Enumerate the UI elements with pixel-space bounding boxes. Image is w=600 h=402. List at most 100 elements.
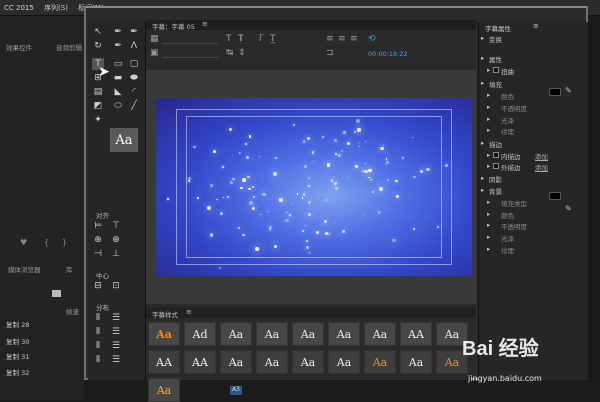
align-top-icon[interactable]: ⊤: [110, 220, 122, 232]
title-style-swatch[interactable]: Aa: [256, 350, 288, 374]
expand-arrow-icon[interactable]: ▸: [487, 162, 490, 170]
tab-effect-controls[interactable]: 效果控件: [6, 42, 32, 52]
expand-arrow-icon[interactable]: ▸: [487, 103, 490, 111]
list-item[interactable]: 复制 28: [6, 319, 29, 329]
tab-library[interactable]: 库: [66, 264, 73, 274]
distribute-left-icon[interactable]: ⫴: [92, 312, 104, 324]
property-checkbox[interactable]: [493, 152, 499, 158]
clipped-rect-tool-icon[interactable]: ▬: [112, 72, 124, 84]
property-checkbox[interactable]: [493, 67, 499, 73]
expand-arrow-icon[interactable]: ▸: [481, 54, 484, 62]
eyedropper-icon[interactable]: ✎: [565, 86, 572, 95]
expand-arrow-icon[interactable]: ▸: [487, 151, 490, 159]
align-right-icon[interactable]: ⊣: [92, 248, 104, 260]
center-horizontal-icon[interactable]: ⊟: [92, 280, 104, 292]
vertical-path-text-icon[interactable]: ✦: [92, 114, 104, 126]
menu-item-app[interactable]: CC 2015: [0, 1, 38, 15]
ellipse-tool-icon[interactable]: ⬭: [112, 100, 124, 112]
distribute-even-h-icon[interactable]: ⫴: [92, 354, 104, 366]
folder-icon[interactable]: [52, 290, 61, 297]
line-tool-icon[interactable]: ╱: [128, 100, 140, 112]
title-canvas[interactable]: [156, 98, 472, 276]
font-style-select[interactable]: [162, 48, 218, 58]
expand-arrow-icon[interactable]: ▸: [481, 186, 484, 194]
title-style-swatch[interactable]: Aa: [400, 350, 432, 374]
rounded-corner-tool-icon[interactable]: ⬬: [128, 72, 140, 84]
align-text-center-icon[interactable]: ≡: [338, 34, 346, 44]
title-style-swatch[interactable]: Aa: [292, 350, 324, 374]
add-anchor-icon[interactable]: ✒: [128, 26, 140, 38]
tab-stops-icon[interactable]: ⊐: [326, 48, 334, 58]
list-item[interactable]: 复制 30: [6, 336, 29, 346]
align-vcenter-icon[interactable]: ⊕: [110, 234, 122, 246]
kerning-icon[interactable]: ↹: [226, 48, 234, 58]
font-family-select[interactable]: [162, 34, 218, 44]
styles-menu-icon[interactable]: ≡: [186, 308, 192, 316]
add-stroke-link[interactable]: 添加: [535, 162, 548, 172]
expand-arrow-icon[interactable]: ▸: [487, 198, 490, 206]
distribute-middle-icon[interactable]: ☰: [110, 326, 122, 338]
expand-arrow-icon[interactable]: ▸: [487, 221, 490, 229]
properties-menu-icon[interactable]: ≡: [533, 22, 539, 30]
tab-audio-clip[interactable]: 音频剪辑: [56, 42, 82, 52]
expand-arrow-icon[interactable]: ▸: [481, 174, 484, 182]
distribute-bottom-icon[interactable]: ☰: [110, 340, 122, 352]
leading-icon[interactable]: ⇕: [238, 48, 246, 58]
expand-arrow-icon[interactable]: ▸: [481, 79, 484, 87]
bold-icon[interactable]: 𝐓: [238, 34, 244, 44]
align-bottom-icon[interactable]: ⊥: [110, 248, 122, 260]
fill-color-swatch[interactable]: [549, 88, 561, 96]
title-style-swatch[interactable]: AA: [184, 350, 216, 374]
title-style-swatch[interactable]: Aa: [364, 322, 396, 346]
align-hcenter-icon[interactable]: ⊕: [92, 234, 104, 246]
property-checkbox[interactable]: [493, 163, 499, 169]
title-style-swatch[interactable]: Aa: [148, 322, 180, 346]
list-item[interactable]: 复制 32: [6, 367, 29, 377]
area-text-tool-icon[interactable]: ▤: [92, 86, 104, 98]
rotate-tool-icon[interactable]: ↻: [92, 40, 104, 52]
expand-arrow-icon[interactable]: ▸: [487, 126, 490, 134]
title-style-swatch[interactable]: Aa: [220, 322, 252, 346]
center-vertical-icon[interactable]: ⊡: [110, 280, 122, 292]
wedge-tool-icon[interactable]: ◣: [112, 86, 124, 98]
path-text-tool-icon[interactable]: ◩: [92, 100, 104, 112]
title-style-swatch[interactable]: Aa: [220, 350, 252, 374]
eyedropper-icon[interactable]: ✎: [565, 204, 572, 213]
new-title-icon[interactable]: ▦: [150, 34, 159, 44]
title-style-swatch[interactable]: AA: [148, 350, 180, 374]
convert-anchor-icon[interactable]: ᐱ: [128, 40, 140, 52]
rectangle-tool-icon[interactable]: ▭: [112, 58, 124, 70]
timecode-display[interactable]: 00:00:18:22: [368, 50, 408, 58]
title-style-swatch[interactable]: Aa: [148, 378, 180, 402]
expand-arrow-icon[interactable]: ▸: [487, 245, 490, 253]
arc-tool-icon[interactable]: ◜: [128, 86, 140, 98]
expand-arrow-icon[interactable]: ▸: [481, 139, 484, 147]
distribute-center-icon[interactable]: ⫴: [92, 326, 104, 338]
align-text-right-icon[interactable]: ≡: [350, 34, 358, 44]
background-video-icon[interactable]: ▣: [150, 48, 159, 58]
title-style-swatch[interactable]: Aa: [256, 322, 288, 346]
title-style-swatch[interactable]: Ad: [184, 322, 216, 346]
text-size-icon[interactable]: T: [226, 34, 232, 44]
title-style-swatch[interactable]: Aa: [328, 322, 360, 346]
background-color-swatch[interactable]: [549, 192, 561, 200]
align-left-icon[interactable]: ⊨: [92, 220, 104, 232]
delete-anchor-icon[interactable]: ✒: [112, 40, 124, 52]
menu-item-sequence[interactable]: 序列(S): [40, 0, 72, 16]
expand-arrow-icon[interactable]: ▸: [487, 233, 490, 241]
italic-icon[interactable]: 𝑇: [258, 34, 264, 44]
expand-arrow-icon[interactable]: ▸: [487, 210, 490, 218]
track-target-icon[interactable]: A3: [230, 386, 242, 395]
add-stroke-link[interactable]: 添加: [535, 151, 548, 161]
title-style-swatch[interactable]: Aa: [292, 322, 324, 346]
expand-arrow-icon[interactable]: ▸: [487, 91, 490, 99]
align-text-left-icon[interactable]: ≡: [326, 34, 334, 44]
expand-arrow-icon[interactable]: ▸: [481, 34, 484, 42]
panel-menu-icon[interactable]: ≡: [202, 20, 208, 28]
playhead-sync-icon[interactable]: ⟲: [368, 34, 376, 44]
list-item[interactable]: 复制 31: [6, 351, 29, 361]
pen-tool-icon[interactable]: ✒: [112, 26, 124, 38]
underline-icon[interactable]: T̲: [270, 34, 276, 44]
selection-tool-icon[interactable]: ↖: [92, 26, 104, 38]
title-style-swatch[interactable]: Aa: [364, 350, 396, 374]
